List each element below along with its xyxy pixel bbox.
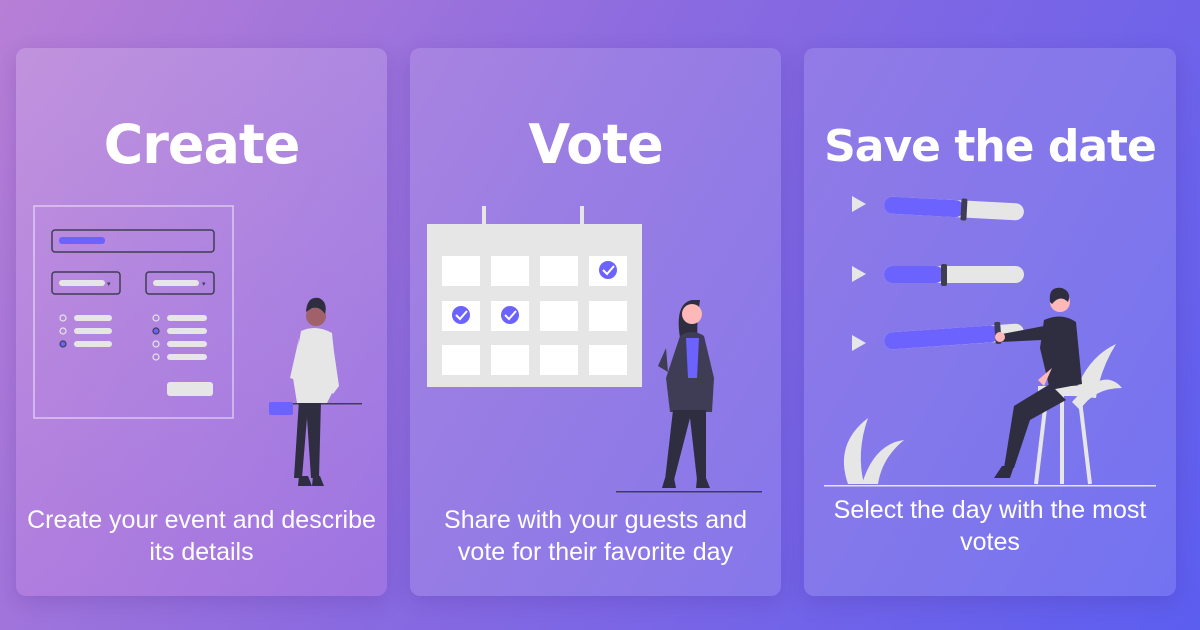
card-description: Create your event and describe its detai… xyxy=(27,506,376,566)
svg-text:▾: ▾ xyxy=(202,280,206,288)
card-vote: Vote Share with your guests and vote for… xyxy=(410,48,781,596)
play-icon xyxy=(852,196,866,351)
card-description: Share with your guests and vote for thei… xyxy=(444,506,747,566)
card-description: Select the day with the most votes xyxy=(833,496,1147,556)
svg-text:▾: ▾ xyxy=(107,280,111,288)
person-illustration xyxy=(269,297,362,486)
card-create: Create ▾ ▾ Create your event and describ… xyxy=(16,48,387,596)
card-save-the-date: Save the date Select the day with the mo… xyxy=(804,48,1176,596)
person-illustration xyxy=(994,287,1082,478)
